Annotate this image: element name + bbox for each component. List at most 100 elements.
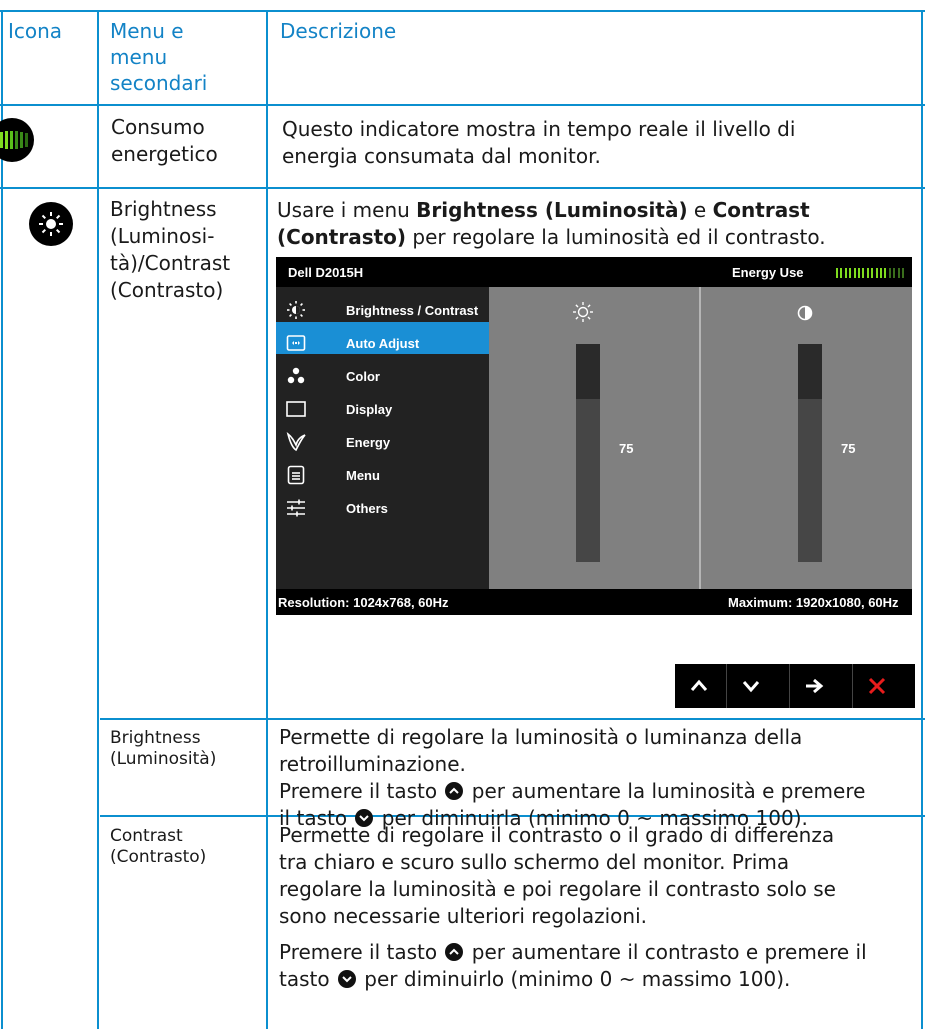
desc-brightness-contrast: Usare i menu Brightness (Luminosità) e C… — [277, 197, 826, 251]
osd-item-menu[interactable]: Menu — [276, 459, 489, 492]
osd-item-display[interactable]: Display — [276, 393, 489, 426]
osd-title-bar: Dell D2015H Energy Use — [276, 257, 912, 287]
desc-contrast: Permette di regolare il contrasto o il g… — [279, 822, 867, 993]
menu-energy-line2: energetico — [111, 142, 218, 166]
right-button[interactable] — [789, 664, 852, 708]
document-page: Icona Menu e menu secondari Descrizione … — [0, 0, 925, 1029]
brightness-sun-outline-icon — [572, 301, 594, 327]
osd-item-color[interactable]: Color — [276, 360, 489, 393]
others-sliders-icon — [286, 498, 306, 518]
osd-item-label: Others — [346, 501, 388, 516]
row-bc-bottom-rule — [100, 718, 925, 720]
osd-item-label: Brightness / Contrast — [346, 303, 479, 318]
energy-bar-segment — [884, 268, 887, 278]
down-circle-icon — [337, 970, 356, 988]
energy-leaf-icon — [286, 432, 306, 452]
energy-bar-segment — [844, 268, 847, 278]
desc-contrast-line1: Permette di regolare il contrasto o il g… — [279, 823, 835, 847]
osd-contrast-panel: 75 — [701, 287, 912, 589]
menu-bc-line3: tà)/Contrast — [110, 251, 231, 275]
close-button[interactable] — [852, 664, 915, 708]
energy-bar-segment — [897, 268, 900, 278]
osd-item-others[interactable]: Others — [276, 492, 489, 525]
energy-bar-segment — [858, 268, 860, 278]
desc-contrast-line3: regolare la luminosità e poi regolare il… — [279, 877, 836, 901]
header-menu-line3: secondari — [110, 71, 208, 95]
osd-nav-buttons — [675, 664, 915, 708]
energy-bar-segment — [836, 268, 838, 278]
color-icon — [286, 366, 306, 386]
desc-brightness: Permette di regolare la luminosità o lum… — [279, 724, 865, 832]
osd-model-name: Dell D2015H — [288, 265, 364, 280]
osd-item-label: Energy — [346, 435, 391, 450]
down-button[interactable] — [726, 664, 789, 708]
table-right-rule — [921, 10, 923, 1029]
desc-bc-line1: Usare i menu Brightness (Luminosità) e C… — [277, 198, 810, 222]
energy-bar-segment — [871, 268, 874, 278]
table-left-rule — [1, 10, 3, 1029]
desc-energy: Questo indicatore mostra in tempo reale … — [282, 116, 795, 170]
osd-item-brightness-contrast[interactable]: Brightness / Contrast — [276, 294, 489, 327]
menu-bc-line2: (Luminosi- — [110, 224, 215, 248]
col1-rule — [97, 10, 99, 1029]
desc-contrast-spacer — [279, 930, 867, 939]
header-menu-line2: menu — [110, 45, 168, 69]
osd-item-energy[interactable]: Energy — [276, 426, 489, 459]
energy-bar-segment — [866, 268, 869, 278]
menu-brightness-line2: (Luminosità) — [110, 749, 217, 769]
menu-brightness: Brightness (Luminosità) — [110, 728, 216, 770]
display-icon — [286, 399, 306, 419]
energy-bar-segment — [902, 268, 904, 278]
energy-meter-icon — [0, 118, 34, 162]
energy-bar-segment — [862, 268, 865, 278]
row-energy-bottom-rule — [0, 187, 925, 189]
osd-energy-label: Energy Use — [732, 265, 804, 280]
contrast-slider[interactable] — [798, 344, 822, 562]
osd-energy-bars — [836, 268, 908, 278]
desc-contrast-line5: Premere il tasto per aumentare il contra… — [279, 940, 867, 964]
contrast-value: 75 — [841, 441, 856, 456]
menu-contrast: Contrast (Contrasto) — [110, 826, 206, 868]
osd-item-auto-adjust[interactable]: Auto Adjust — [276, 327, 489, 360]
menu-energy-line1: Consumo — [111, 115, 205, 139]
energy-bar-segment — [840, 268, 843, 278]
energy-bar-segment — [888, 268, 891, 278]
energy-bar-segment — [853, 268, 856, 278]
desc-brightness-line2: retroilluminazione. — [279, 752, 466, 776]
osd-resolution: Resolution: 1024x768, 60Hz — [278, 595, 449, 610]
desc-bc-line2: (Contrasto) per regolare la luminosità e… — [277, 225, 826, 249]
brightness-slider[interactable] — [576, 344, 600, 562]
osd-screenshot: Dell D2015H Energy Use Brightness / Cont… — [276, 257, 912, 657]
menu-brightness-line1: Brightness — [110, 728, 201, 748]
osd-status-bar: Resolution: 1024x768, 60Hz Maximum: 1920… — [276, 589, 912, 615]
menu-contrast-line1: Contrast — [110, 826, 183, 846]
col2-rule — [266, 10, 268, 1029]
header-descrizione: Descrizione — [280, 19, 397, 43]
auto-adjust-icon — [286, 333, 306, 353]
menu-bc-line4: (Contrasto) — [110, 278, 224, 302]
desc-brightness-line3: Premere il tasto per aumentare la lumino… — [279, 779, 866, 803]
header-icona: Icona — [8, 19, 63, 43]
desc-brightness-line1: Permette di regolare la luminosità o lum… — [279, 725, 803, 749]
menu-bc-line1: Brightness — [110, 197, 217, 221]
brightness-sun-icon — [29, 202, 73, 246]
osd-item-label: Menu — [346, 468, 380, 483]
header-menu-line1: Menu e — [110, 19, 184, 43]
brightness-slider-empty — [576, 344, 600, 399]
desc-contrast-line2: tra chiaro e scuro sullo schermo del mon… — [279, 850, 790, 874]
osd-item-label: Color — [346, 369, 380, 384]
energy-bar-segment — [875, 268, 878, 278]
desc-energy-line2: energia consumata dal monitor. — [282, 144, 601, 168]
table-top-rule — [0, 10, 925, 12]
menu-contrast-line2: (Contrasto) — [110, 847, 207, 867]
menu-brightness-contrast: Brightness (Luminosi- tà)/Contrast (Cont… — [110, 196, 230, 304]
header-bottom-rule — [0, 104, 925, 106]
energy-bar-segment — [880, 268, 882, 278]
desc-contrast-line4: sono necessarie ulteriori regolazioni. — [279, 904, 647, 928]
desc-energy-line1: Questo indicatore mostra in tempo reale … — [282, 117, 796, 141]
osd-maximum: Maximum: 1920x1080, 60Hz — [728, 595, 899, 610]
up-button[interactable] — [675, 664, 725, 708]
contrast-icon — [796, 304, 814, 326]
desc-contrast-line6: tasto per diminuirlo (minimo 0 ~ massimo… — [279, 967, 791, 991]
osd-item-label: Auto Adjust — [346, 336, 420, 351]
